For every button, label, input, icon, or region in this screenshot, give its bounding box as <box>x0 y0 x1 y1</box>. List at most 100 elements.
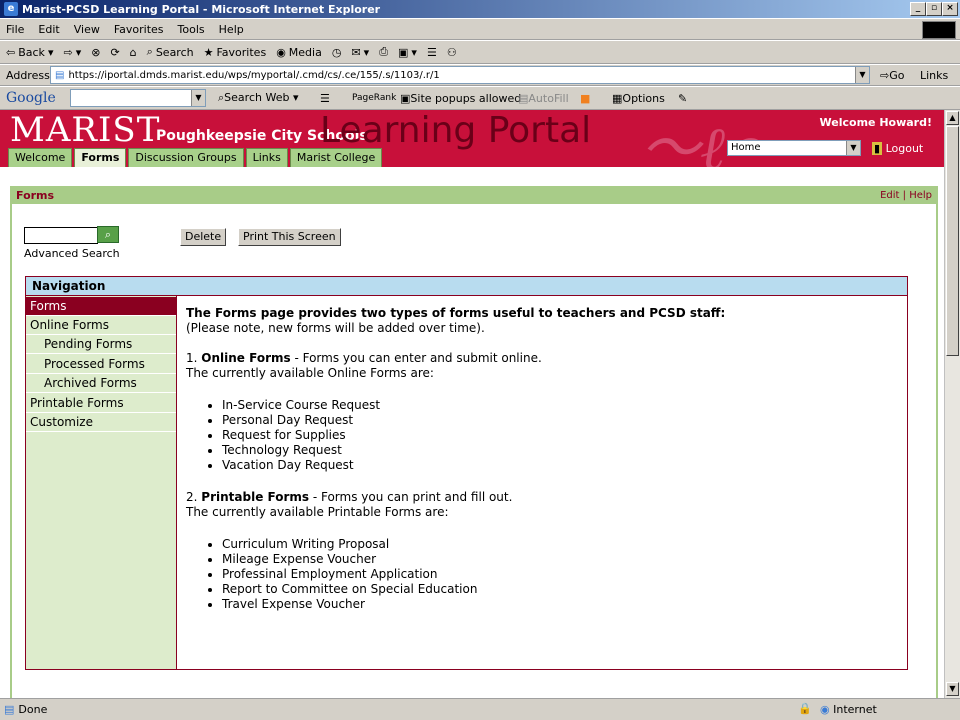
search-button[interactable]: ⌕ Search <box>147 45 194 59</box>
go-arrow-icon: ⇨ <box>880 68 890 82</box>
mail-button[interactable]: ✉ ▾ <box>351 46 369 59</box>
stop-icon: ⊗ <box>91 45 101 59</box>
online-forms-list: In-Service Course Request Personal Day R… <box>222 398 886 473</box>
discuss-button[interactable]: ☰ <box>427 46 437 59</box>
forms-description: The Forms page provides two types of for… <box>186 306 886 612</box>
search-icon: ⌕ <box>146 45 153 58</box>
list-item: Report to Committee on Special Education <box>222 582 886 597</box>
list-item: Curriculum Writing Proposal <box>222 537 886 552</box>
back-button[interactable]: ⇦ Back ▾ <box>6 46 53 59</box>
media-button[interactable]: ◉ Media <box>276 46 322 59</box>
stop-button[interactable]: ⊗ <box>91 46 100 59</box>
list-item: Technology Request <box>222 443 886 458</box>
forward-button[interactable]: ⇨ ▾ <box>63 46 81 59</box>
printable-forms-list: Curriculum Writing Proposal Mileage Expe… <box>222 537 886 612</box>
go-button[interactable]: ⇨Go <box>880 69 904 82</box>
nav-item-archived-forms[interactable]: Archived Forms <box>26 374 176 393</box>
home-select[interactable]: Home ▼ <box>727 140 861 156</box>
menu-view[interactable]: View <box>74 23 100 36</box>
maximize-button[interactable]: ▫ <box>926 2 942 16</box>
tab-forms[interactable]: Forms <box>74 148 127 167</box>
mail-icon: ✉ <box>351 45 361 59</box>
nav-item-forms[interactable]: Forms <box>26 297 176 316</box>
nav-item-pending-forms[interactable]: Pending Forms <box>26 335 176 354</box>
menu-favorites[interactable]: Favorites <box>114 23 164 36</box>
autofill-button[interactable]: ▤AutoFill <box>518 92 569 105</box>
minimize-button[interactable]: _ <box>910 2 926 16</box>
nav-item-processed-forms[interactable]: Processed Forms <box>26 355 176 374</box>
globe-icon: ◉ <box>820 703 830 716</box>
menu-edit[interactable]: Edit <box>38 23 59 36</box>
nav-item-customize[interactable]: Customize <box>26 413 176 432</box>
history-icon: ◷ <box>331 45 342 59</box>
portal-banner: 〜ℓ〜 MARIST Poughkeepsie City Schools Lea… <box>0 110 944 167</box>
nav-item-online-forms[interactable]: Online Forms <box>26 316 176 335</box>
welcome-message: Welcome Howard! <box>819 116 932 129</box>
address-url: https://iportal.dmds.marist.edu/wps/mypo… <box>68 69 440 81</box>
tab-links[interactable]: Links <box>245 148 288 167</box>
printable-forms-heading: 2. Printable Forms - Forms you can print… <box>186 490 513 504</box>
help-link[interactable]: Help <box>909 190 932 201</box>
list-item: Professinal Employment Application <box>222 567 886 582</box>
options-icon: ▦ <box>612 91 623 105</box>
advanced-search-link[interactable]: Advanced Search <box>24 247 120 260</box>
scroll-thumb[interactable] <box>946 126 959 356</box>
search-input[interactable] <box>24 227 98 244</box>
address-dropdown-icon[interactable]: ▼ <box>855 67 869 83</box>
ie-icon: e <box>4 2 18 16</box>
forward-arrow-icon: ⇨ <box>63 45 73 59</box>
menu-help[interactable]: Help <box>219 23 244 36</box>
links-button[interactable]: Links <box>920 69 948 82</box>
logout-link[interactable]: ▮ Logout <box>872 142 923 155</box>
page-done-icon: ▤ <box>4 703 15 716</box>
history-button[interactable]: ◷ <box>332 46 342 59</box>
options-button[interactable]: ▦Options <box>612 92 665 105</box>
tab-discussion-groups[interactable]: Discussion Groups <box>128 148 244 167</box>
google-logo[interactable]: Google <box>6 90 56 106</box>
printable-forms-intro: The currently available Printable Forms … <box>186 505 449 519</box>
print-screen-button[interactable]: Print This Screen <box>238 228 341 246</box>
printer-icon: ⎙ <box>379 45 389 58</box>
home-button[interactable]: ⌂ <box>130 46 137 59</box>
favorites-button[interactable]: ★ Favorites <box>204 46 267 59</box>
scroll-up-icon[interactable]: ▲ <box>946 111 959 125</box>
google-search-input[interactable]: ▼ <box>70 89 206 107</box>
menu-bar: File Edit View Favorites Tools Help <box>0 18 960 40</box>
vertical-scrollbar[interactable]: ▲ ▼ <box>944 110 960 698</box>
online-forms-heading: 1. Online Forms - Forms you can enter an… <box>186 351 542 365</box>
tab-welcome[interactable]: Welcome <box>8 148 73 167</box>
news-icon[interactable]: ☰ <box>320 92 330 105</box>
scroll-down-icon[interactable]: ▼ <box>946 682 959 696</box>
print-toolbar-button[interactable]: ⎙ <box>379 45 388 59</box>
search-icon: ⌕ <box>104 228 112 241</box>
portlet-titlebar: Forms Edit | Help <box>10 186 938 204</box>
autofill-icon: ▤ <box>518 91 529 105</box>
delete-button[interactable]: Delete <box>180 228 227 246</box>
search-web-button[interactable]: ⌕Search Web ▾ <box>218 91 298 105</box>
blogger-icon[interactable]: ■ <box>580 92 590 105</box>
google-dropdown-icon[interactable]: ▼ <box>191 90 205 106</box>
internet-zone: ◉ Internet <box>820 703 877 716</box>
edit-link[interactable]: Edit <box>880 190 899 201</box>
popup-blocker-button[interactable]: ▣Site popups allowed <box>400 92 521 105</box>
list-item: In-Service Course Request <box>222 398 886 413</box>
tab-marist-college[interactable]: Marist College <box>289 148 383 167</box>
messenger-button[interactable]: ⚇ <box>447 46 457 59</box>
search-go-button[interactable]: ⌕ <box>97 226 119 243</box>
title-bar: e Marist-PCSD Learning Portal - Microsof… <box>0 0 960 18</box>
status-text: Done <box>18 703 48 716</box>
media-icon: ◉ <box>276 45 286 59</box>
refresh-button[interactable]: ⟳ <box>110 46 119 59</box>
pen-icon[interactable]: ✎ <box>678 92 687 105</box>
address-input[interactable]: ▤ https://iportal.dmds.marist.edu/wps/my… <box>50 66 870 84</box>
online-forms-intro: The currently available Online Forms are… <box>186 366 434 380</box>
edit-toolbar-button[interactable]: ▣ ▾ <box>398 46 417 59</box>
menu-file[interactable]: File <box>6 23 24 36</box>
menu-tools[interactable]: Tools <box>178 23 205 36</box>
close-button[interactable]: × <box>942 2 958 16</box>
portlet-title: Forms <box>16 188 55 202</box>
list-item: Travel Expense Voucher <box>222 597 886 612</box>
browser-window: e Marist-PCSD Learning Portal - Microsof… <box>0 0 960 720</box>
nav-item-printable-forms[interactable]: Printable Forms <box>26 394 176 413</box>
logout-icon: ▮ <box>872 142 883 155</box>
